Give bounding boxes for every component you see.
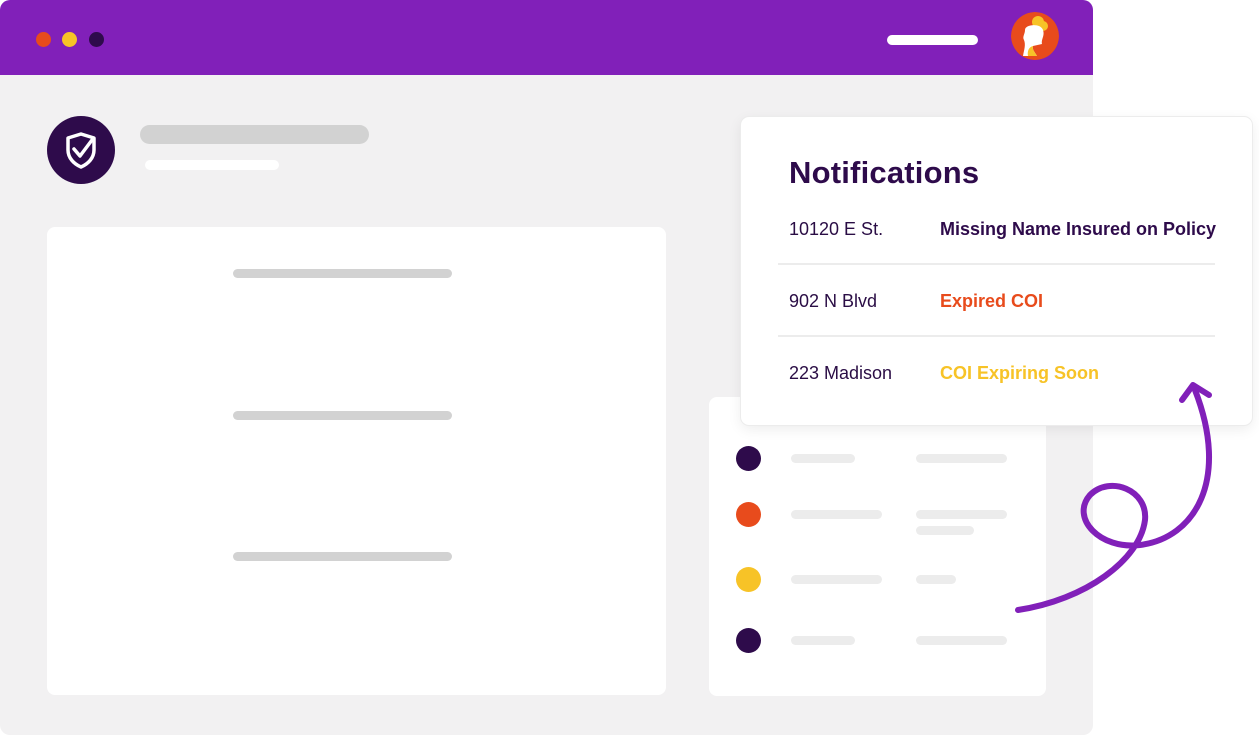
status-dot-3 [736, 567, 761, 592]
notification-item[interactable]: 902 N Blvd Expired COI [778, 265, 1215, 337]
minimize-window-dot[interactable] [62, 32, 77, 47]
status-dot-4 [736, 628, 761, 653]
list-item-placeholder [791, 636, 855, 645]
status-dot-2 [736, 502, 761, 527]
notification-address: 902 N Blvd [789, 291, 878, 311]
close-window-dot[interactable] [36, 32, 51, 47]
notifications-title: Notifications [789, 155, 980, 190]
notification-item[interactable]: 10120 E St. Missing Name Insured on Poli… [778, 193, 1217, 265]
content-line-placeholder [233, 411, 452, 420]
shield-check-icon [47, 116, 115, 184]
list-item-placeholder [791, 575, 882, 584]
notification-message: Expired COI [940, 291, 1044, 311]
content-line-placeholder [233, 269, 452, 278]
user-avatar-icon[interactable] [1011, 12, 1059, 60]
curly-arrow-icon [1015, 382, 1213, 613]
main-content-card [47, 227, 666, 695]
list-item-placeholder [916, 526, 974, 535]
notification-address: 223 Madison [789, 363, 893, 383]
maximize-window-dot[interactable] [89, 32, 104, 47]
content-line-placeholder [233, 552, 452, 561]
title-placeholder-bar [887, 35, 978, 45]
page-title-placeholder [140, 125, 369, 144]
list-item-placeholder [791, 510, 882, 519]
title-bar [0, 0, 1093, 75]
notification-message: Missing Name Insured on Policy [940, 219, 1217, 239]
list-item-placeholder [916, 636, 1007, 645]
list-item-placeholder [791, 454, 855, 463]
status-dot-1 [736, 446, 761, 471]
list-item-placeholder [916, 575, 956, 584]
page-subtitle-placeholder [145, 160, 279, 170]
notification-address: 10120 E St. [789, 219, 884, 239]
